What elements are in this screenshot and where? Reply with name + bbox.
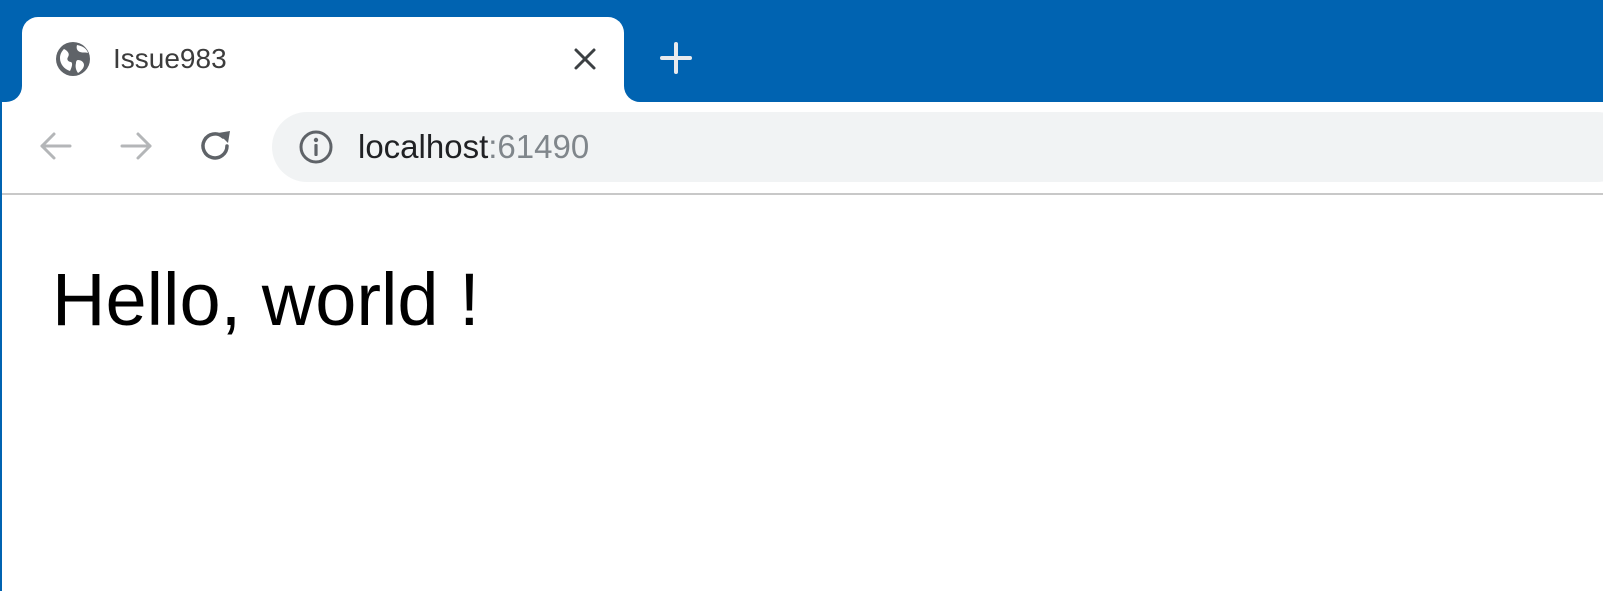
toolbar: localhost:61490: [2, 102, 1603, 195]
tab-strip: Issue983: [2, 0, 1603, 102]
tab-title: Issue983: [113, 43, 227, 74]
browser-window: Issue983 localhost:61490 Hello, world !: [0, 0, 1603, 591]
url-host: localhost: [358, 128, 489, 165]
url-text: localhost:61490: [358, 126, 589, 168]
plus-icon[interactable]: [658, 40, 694, 76]
tab-active[interactable]: Issue983: [22, 17, 624, 102]
arrow-right-icon[interactable]: [116, 126, 156, 166]
close-icon[interactable]: [570, 44, 600, 74]
arrow-left-icon[interactable]: [36, 126, 76, 166]
address-bar[interactable]: localhost:61490: [272, 112, 1603, 182]
url-port: :61490: [488, 128, 590, 165]
reload-icon[interactable]: [196, 126, 236, 166]
info-icon[interactable]: [298, 129, 334, 165]
globe-icon: [55, 41, 91, 77]
page-content: Hello, world !: [2, 195, 1603, 591]
page-heading: Hello, world !: [52, 258, 480, 341]
